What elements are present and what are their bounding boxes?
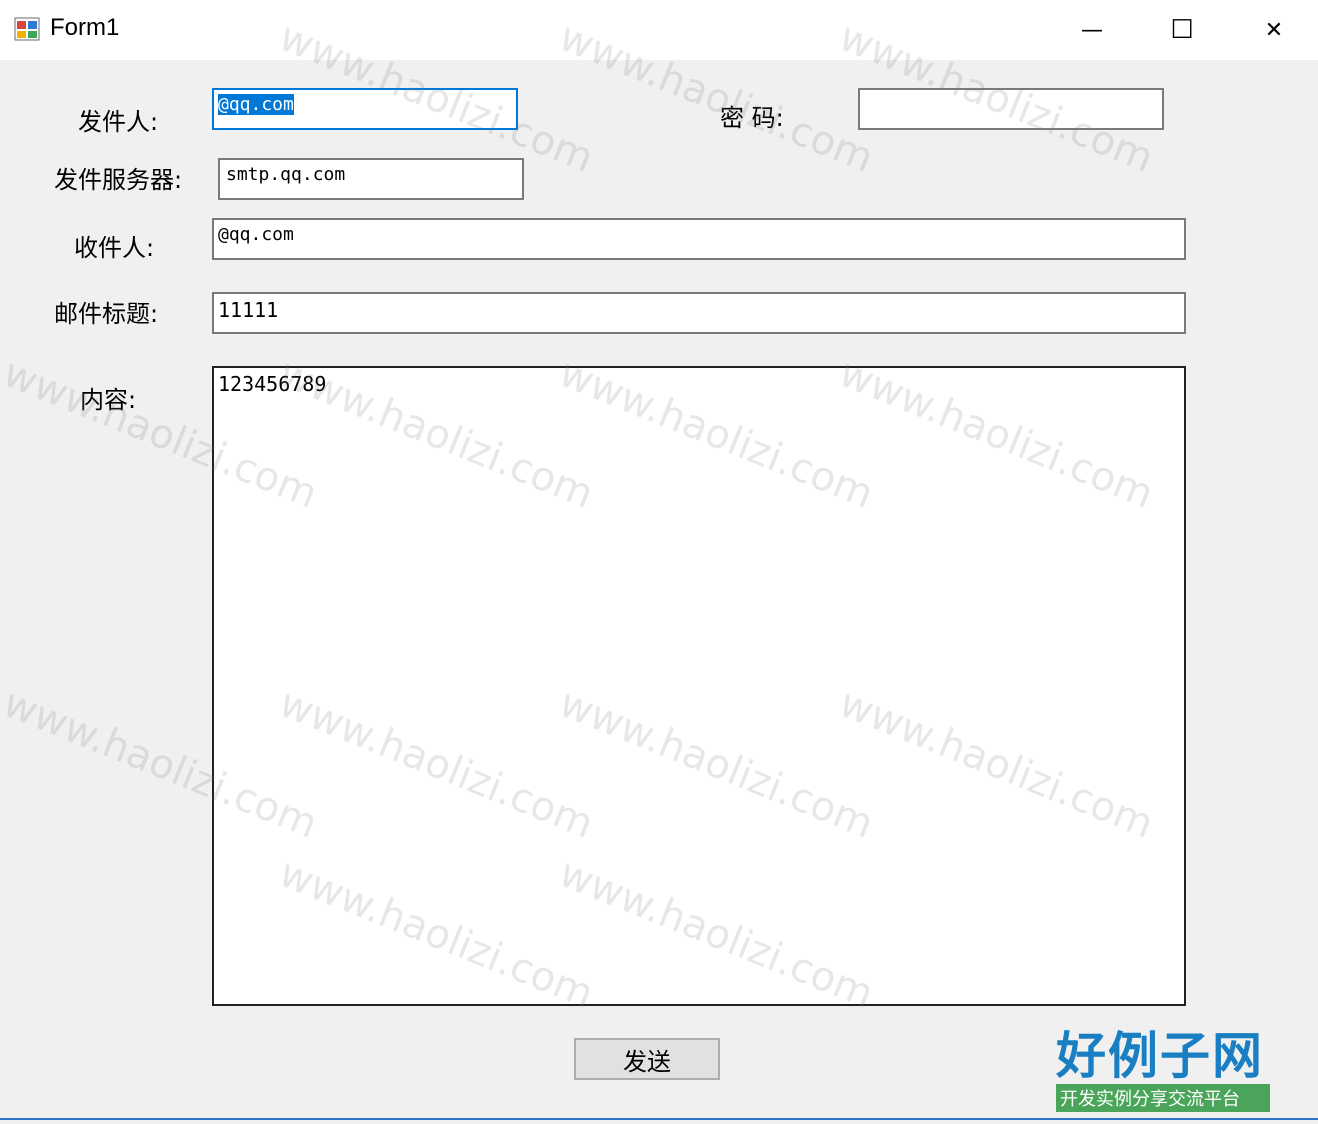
title-bar[interactable]: Form1 — ☐ ✕	[0, 0, 1318, 60]
bottom-strip	[0, 1118, 1318, 1120]
server-input-value: smtp.qq.com	[226, 164, 346, 185]
recipient-label: 收件人:	[74, 234, 155, 262]
sender-input[interactable]: @qq.com	[212, 88, 518, 130]
content-textarea[interactable]: 123456789	[212, 366, 1186, 1006]
subject-label: 邮件标题:	[54, 300, 159, 328]
close-icon: ✕	[1264, 17, 1284, 43]
recipient-input[interactable]: @qq.com	[212, 218, 1186, 260]
content-textarea-value: 123456789	[218, 372, 327, 396]
minimize-icon: —	[1081, 17, 1103, 43]
logo-main: 好例子网	[1056, 1026, 1264, 1085]
logo: 好例子网 开发实例分享交流平台	[1056, 1028, 1270, 1112]
app-icon	[14, 17, 40, 41]
maximize-button[interactable]: ☐	[1136, 0, 1228, 60]
password-label: 密 码:	[720, 104, 784, 132]
sender-input-value: @qq.com	[218, 94, 294, 115]
send-button-label: 发送	[623, 1047, 671, 1076]
server-input[interactable]: smtp.qq.com	[218, 158, 524, 200]
server-label: 发件服务器:	[54, 166, 183, 194]
sender-label: 发件人:	[78, 108, 159, 136]
maximize-icon: ☐	[1170, 15, 1194, 45]
window-title: Form1	[50, 14, 120, 41]
logo-sub: 开发实例分享交流平台	[1056, 1084, 1270, 1112]
close-button[interactable]: ✕	[1228, 0, 1318, 60]
send-button[interactable]: 发送	[574, 1038, 720, 1080]
minimize-button[interactable]: —	[1046, 0, 1138, 60]
subject-input[interactable]: 11111	[212, 292, 1186, 334]
content-label: 内容:	[80, 386, 137, 414]
subject-input-value: 11111	[218, 298, 279, 322]
password-input[interactable]	[858, 88, 1164, 130]
recipient-input-value: @qq.com	[218, 224, 294, 245]
